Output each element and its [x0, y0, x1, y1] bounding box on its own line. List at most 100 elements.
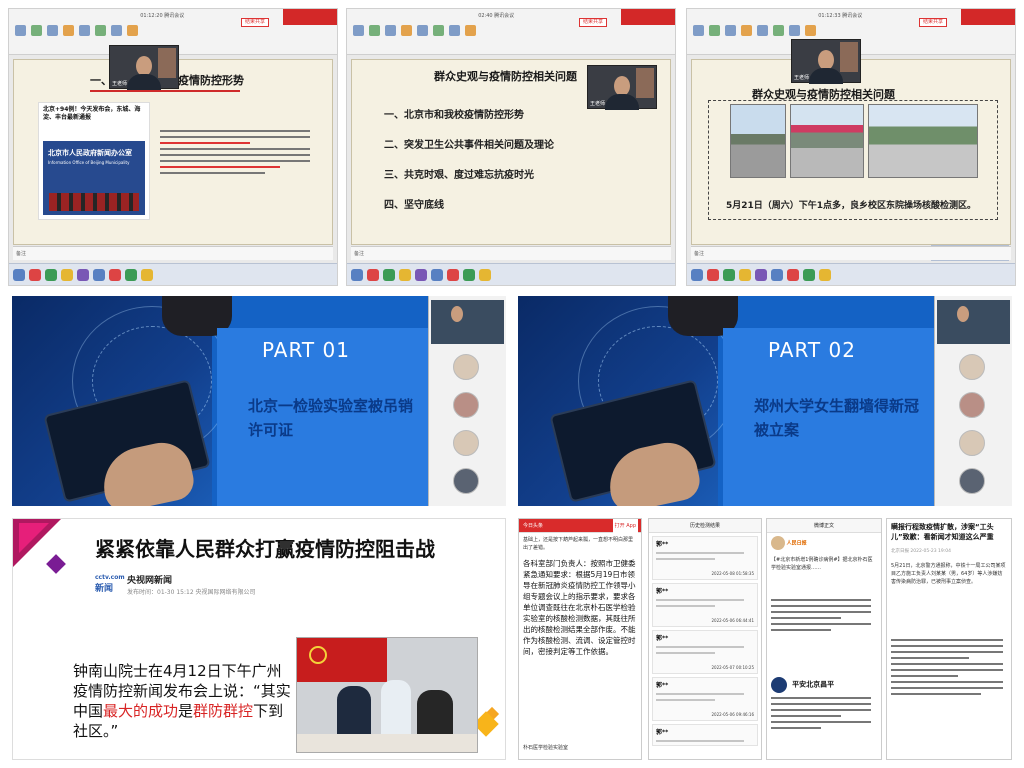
speaker-name: 王老师: [794, 75, 810, 81]
result-record[interactable]: 郭** 2022-05-06 09:46:16: [652, 677, 758, 721]
notes-pane[interactable]: 备注: [351, 246, 671, 260]
phone-screen-toutiao: 今日头条 打开 App 基础上，还是按下葫芦起来瓢，一直想不明白那里出了差错。 …: [518, 518, 642, 760]
taskbar-app-icon[interactable]: [771, 268, 783, 281]
toolbar-icon[interactable]: [805, 25, 816, 36]
part-number: PART 02: [768, 338, 856, 362]
end-share-button[interactable]: 结束共享: [919, 18, 947, 27]
taskbar-app-icon[interactable]: [415, 268, 427, 281]
toolbar-icon[interactable]: [757, 25, 768, 36]
toolbar-icon[interactable]: [353, 25, 364, 36]
speaker-name: 王老师: [112, 81, 128, 87]
toolbar-icon[interactable]: [789, 25, 800, 36]
taskbar-app-icon[interactable]: [45, 268, 57, 281]
notes-pane[interactable]: 备注: [691, 246, 1011, 260]
app-name: 今日头条: [523, 523, 544, 529]
toolbar-icon[interactable]: [773, 25, 784, 36]
participant-row[interactable]: [433, 390, 502, 422]
toolbar-icon[interactable]: [725, 25, 736, 36]
news-card: 北京+94例！今天发布会，东城、海淀、丰台最新通报 北京市人民政府新闻办公室 I…: [38, 102, 150, 220]
toolbar-icon[interactable]: [401, 25, 412, 36]
record-date: 2022-05-08 01:58:35: [711, 571, 754, 576]
taskbar-app-icon[interactable]: [463, 268, 475, 281]
speaker-name: 王老师: [590, 101, 606, 107]
taskbar: [347, 263, 675, 285]
taskbar-app-icon[interactable]: [479, 268, 491, 281]
toolbar-icon[interactable]: [385, 25, 396, 36]
taskbar-app-icon[interactable]: [125, 268, 137, 281]
taskbar-app-icon[interactable]: [61, 268, 73, 281]
slide: 群众史观与疫情防控相关问题 5月21日（周六）下午1点多，良乡校区东院操场核酸检…: [691, 59, 1011, 245]
slide-title: 群众史观与疫情防控相关问题: [434, 70, 577, 83]
taskbar: [9, 263, 337, 285]
toolbar-icon[interactable]: [111, 25, 122, 36]
taskbar-app-icon[interactable]: [13, 268, 25, 281]
participants-panel: [934, 296, 1012, 506]
toolbar-icon[interactable]: [449, 25, 460, 36]
taskbar-app-icon[interactable]: [787, 268, 799, 281]
toolbar-icon[interactable]: [47, 25, 58, 36]
participant-row[interactable]: [939, 390, 1008, 422]
toolbar-icon[interactable]: [15, 25, 26, 36]
record-name: 郭**: [656, 541, 669, 548]
toolbar-icon[interactable]: [63, 25, 74, 36]
taskbar-app-icon[interactable]: [691, 268, 703, 281]
toc-item: 二、突发卫生公共事件相关问题及理论: [384, 140, 554, 151]
notes-pane[interactable]: 备注: [13, 246, 333, 260]
participant-row[interactable]: [939, 352, 1008, 384]
toolbar-icon[interactable]: [433, 25, 444, 36]
speaker-video: 王老师: [587, 65, 657, 110]
participant-row[interactable]: [433, 428, 502, 460]
participant-row[interactable]: [939, 466, 1008, 498]
taskbar-app-icon[interactable]: [351, 268, 363, 281]
taskbar-app-icon[interactable]: [707, 268, 719, 281]
toolbar-icon[interactable]: [417, 25, 428, 36]
end-share-button[interactable]: 结束共享: [579, 18, 607, 27]
record-date: 2022-05-06 06:44:41: [711, 618, 754, 623]
participant-row[interactable]: [433, 352, 502, 384]
toolbar-icon[interactable]: [741, 25, 752, 36]
toolbar-icon[interactable]: [95, 25, 106, 36]
publish-meta: 发布时间：01-30 15:12 央视国际网络有限公司: [127, 589, 256, 596]
taskbar-app-icon[interactable]: [447, 268, 459, 281]
toolbar-icon[interactable]: [31, 25, 42, 36]
taskbar-app-icon[interactable]: [29, 268, 41, 281]
toolbar-icon[interactable]: [709, 25, 720, 36]
weibo-user-row[interactable]: 人民日报: [767, 533, 881, 553]
open-app-button[interactable]: 打开 App: [612, 519, 638, 533]
news-card-title: 北京+94例！今天发布会，东城、海淀、丰台最新通报: [43, 106, 141, 121]
news-source[interactable]: 央视网新闻: [127, 573, 172, 586]
meeting-title: 01:12:20 腾讯会议: [140, 13, 185, 19]
result-record[interactable]: 郭**: [652, 724, 758, 746]
taskbar-app-icon[interactable]: [367, 268, 379, 281]
result-record[interactable]: 郭** 2022-05-08 01:58:35: [652, 536, 758, 580]
toolbar-icon[interactable]: [693, 25, 704, 36]
taskbar-app-icon[interactable]: [383, 268, 395, 281]
participants-panel: [428, 296, 506, 506]
taskbar-app-icon[interactable]: [93, 268, 105, 281]
taskbar-app-icon[interactable]: [141, 268, 153, 281]
taskbar-app-icon[interactable]: [399, 268, 411, 281]
participant-row[interactable]: [433, 466, 502, 498]
toolbar-icon[interactable]: [79, 25, 90, 36]
taskbar-app-icon[interactable]: [723, 268, 735, 281]
avatar: [453, 430, 479, 456]
result-record[interactable]: 郭** 2022-05-06 06:44:41: [652, 583, 758, 627]
taskbar-app-icon[interactable]: [109, 268, 121, 281]
taskbar-app-icon[interactable]: [431, 268, 443, 281]
taskbar-app-icon[interactable]: [77, 268, 89, 281]
taskbar-app-icon[interactable]: [739, 268, 751, 281]
taskbar-app-icon[interactable]: [819, 268, 831, 281]
toolbar-icon[interactable]: [465, 25, 476, 36]
toolbar-icon[interactable]: [369, 25, 380, 36]
press-conference-image: 北京市人民政府新闻办公室 Information Office of Beiji…: [43, 141, 145, 215]
taskbar-app-icon[interactable]: [755, 268, 767, 281]
result-record[interactable]: 郭** 2022-05-07 00:10:25: [652, 630, 758, 674]
part-number: PART 01: [262, 338, 350, 362]
end-share-button[interactable]: 结束共享: [241, 18, 269, 27]
logo-text: 新闻: [95, 584, 114, 594]
toolbar-icon[interactable]: [127, 25, 138, 36]
taskbar-app-icon[interactable]: [803, 268, 815, 281]
police-account[interactable]: 平安北京昌平: [771, 674, 834, 693]
participant-row[interactable]: [939, 428, 1008, 460]
avatar: [453, 354, 479, 380]
